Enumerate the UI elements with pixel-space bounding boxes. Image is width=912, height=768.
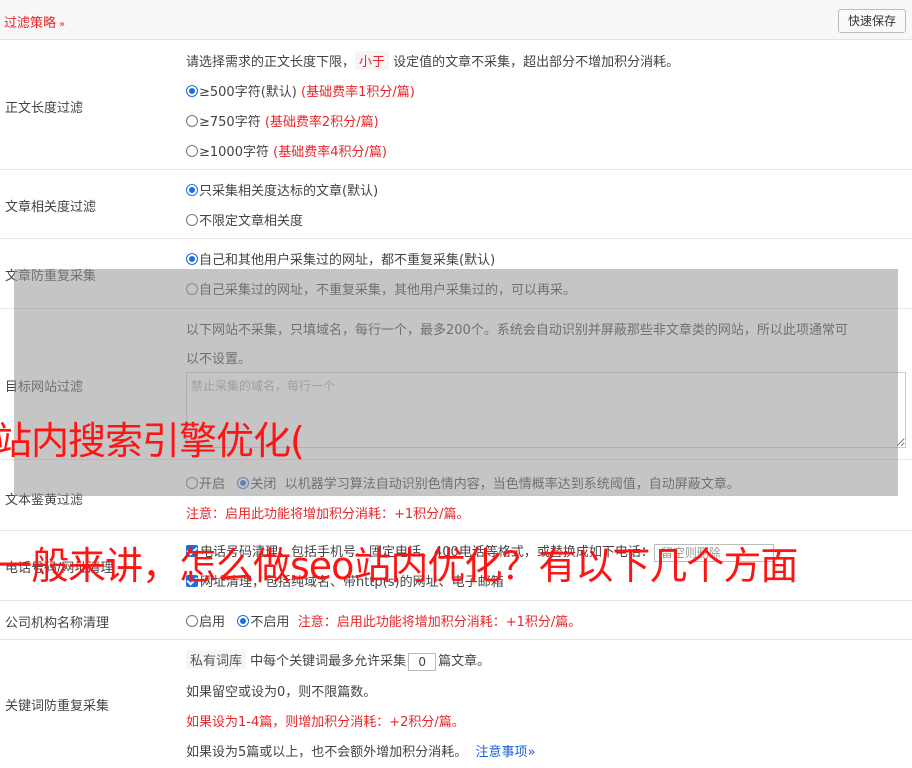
duplicate-filter-row: 文章防重复采集 自己和其他用户采集过的网址，都不重复采集(默认) 自己采集过的网… xyxy=(0,239,912,309)
radio-checked-icon[interactable] xyxy=(237,615,250,627)
length-filter-label: 正文长度过滤 xyxy=(5,101,84,116)
radio-unchecked-icon[interactable] xyxy=(186,214,198,226)
duplicate-option-self[interactable]: 自己采集过的网址，不重复采集，其他用户采集过的，可以再采。 xyxy=(186,279,576,298)
radio-unchecked-icon[interactable] xyxy=(186,283,198,295)
relevance-option-strict[interactable]: 只采集相关度达标的文章(默认) xyxy=(186,180,378,199)
replacement-phone-input[interactable]: 留空则删除 xyxy=(653,543,774,562)
phone-cleanup-row: 电话号码/网址清理 电话号码清理，包括手机号、固定电话、400电话等格式，或替换… xyxy=(0,531,912,601)
section-title[interactable]: 过滤策略» xyxy=(4,12,65,31)
site-filter-desc-1: 以下网站不采集，只填域名，每行一个，最多200个。系统会自动识别并屏蔽那些非文章… xyxy=(186,323,848,338)
phone-cleanup-option[interactable]: 电话号码清理，包括手机号、固定电话、400电话等格式，或替换成如下电话： 留空则删… xyxy=(186,541,774,562)
org-cleanup-options: 启用 不启用 注意：启用此功能将增加积分消耗：+1积分/篇。 xyxy=(186,611,581,630)
relevance-option-any[interactable]: 不限定文章相关度 xyxy=(186,210,303,229)
notes-link[interactable]: 注意事项» xyxy=(476,745,536,760)
url-cleanup-option[interactable]: 网址清理，包括纯域名、带http(s)的网址、电子邮箱 xyxy=(186,571,504,590)
blocked-domains-textarea[interactable] xyxy=(186,372,906,448)
radio-checked-icon[interactable] xyxy=(186,85,198,97)
org-cleanup-label: 公司机构名称清理 xyxy=(5,616,110,631)
relevance-filter-row: 文章相关度过滤 只采集相关度达标的文章(默认) 不限定文章相关度 xyxy=(0,170,912,239)
length-filter-row: 正文长度过滤 请选择需求的正文长度下限， 小于 设定值的文章不采集，超出部分不增加… xyxy=(0,40,912,170)
keyword-dedup-line1: 私有词库 中每个关键词最多允许采集 0 篇文章。 xyxy=(186,650,490,671)
length-option-750[interactable]: ≥750字符 (基础费率2积分/篇) xyxy=(186,111,379,130)
relevance-filter-label: 文章相关度过滤 xyxy=(5,200,97,215)
text-review-label: 文本鉴黄过滤 xyxy=(5,493,84,508)
org-cleanup-row: 公司机构名称清理 启用 不启用 注意：启用此功能将增加积分消耗：+1积分/篇。 xyxy=(0,601,912,640)
chevron-down-icon: » xyxy=(59,19,66,30)
keyword-dedup-line3: 如果设为1-4篇，则增加积分消耗：+2积分/篇。 xyxy=(186,715,465,730)
text-review-note: 注意：启用此功能将增加积分消耗：+1积分/篇。 xyxy=(186,507,470,522)
phone-cleanup-label: 电话号码/网址清理 xyxy=(5,561,114,576)
radio-checked-icon[interactable] xyxy=(237,477,250,489)
radio-unchecked-icon[interactable] xyxy=(186,115,198,127)
radio-unchecked-icon[interactable] xyxy=(186,477,198,489)
length-filter-desc: 请选择需求的正文长度下限， 小于 设定值的文章不采集，超出部分不增加积分消耗。 xyxy=(186,51,679,70)
quick-save-button[interactable]: 快速保存 xyxy=(837,9,906,33)
text-review-options: 开启 关闭 以机器学习算法自动识别色情内容，当色情概率达到系统阈值，自动屏蔽文章… xyxy=(186,473,740,492)
checkbox-checked-icon[interactable] xyxy=(186,575,198,587)
keyword-dedup-label: 关键词防重复采集 xyxy=(5,699,110,714)
site-filter-desc-2: 以不设置。 xyxy=(186,352,252,367)
checkbox-checked-icon[interactable] xyxy=(186,545,198,557)
radio-unchecked-icon[interactable] xyxy=(186,145,198,157)
keyword-dedup-row: 关键词防重复采集 私有词库 中每个关键词最多允许采集 0 篇文章。 如果留空或设为0… xyxy=(0,640,912,768)
radio-unchecked-icon[interactable] xyxy=(186,615,198,627)
site-filter-label: 目标网站过滤 xyxy=(5,380,84,395)
duplicate-option-global[interactable]: 自己和其他用户采集过的网址，都不重复采集(默认) xyxy=(186,249,495,268)
max-articles-input[interactable]: 0 xyxy=(408,652,437,671)
length-option-1000[interactable]: ≥1000字符 (基础费率4积分/篇) xyxy=(186,141,387,160)
radio-checked-icon[interactable] xyxy=(186,184,198,196)
radio-checked-icon[interactable] xyxy=(186,253,198,265)
keyword-dedup-line4: 如果设为5篇或以上，也不会额外增加积分消耗。 注意事项» xyxy=(186,745,536,760)
chevron-down-icon: » xyxy=(527,745,536,760)
length-option-500[interactable]: ≥500字符(默认) (基础费率1积分/篇) xyxy=(186,81,415,100)
text-review-row: 文本鉴黄过滤 开启 关闭 以机器学习算法自动识别色情内容，当色情概率达到系统阈值… xyxy=(0,460,912,531)
duplicate-filter-label: 文章防重复采集 xyxy=(5,269,97,284)
keyword-dedup-line2: 如果留空或设为0，则不限篇数。 xyxy=(186,685,377,700)
filter-strategy-header: 过滤策略» 快速保存 xyxy=(0,0,912,40)
